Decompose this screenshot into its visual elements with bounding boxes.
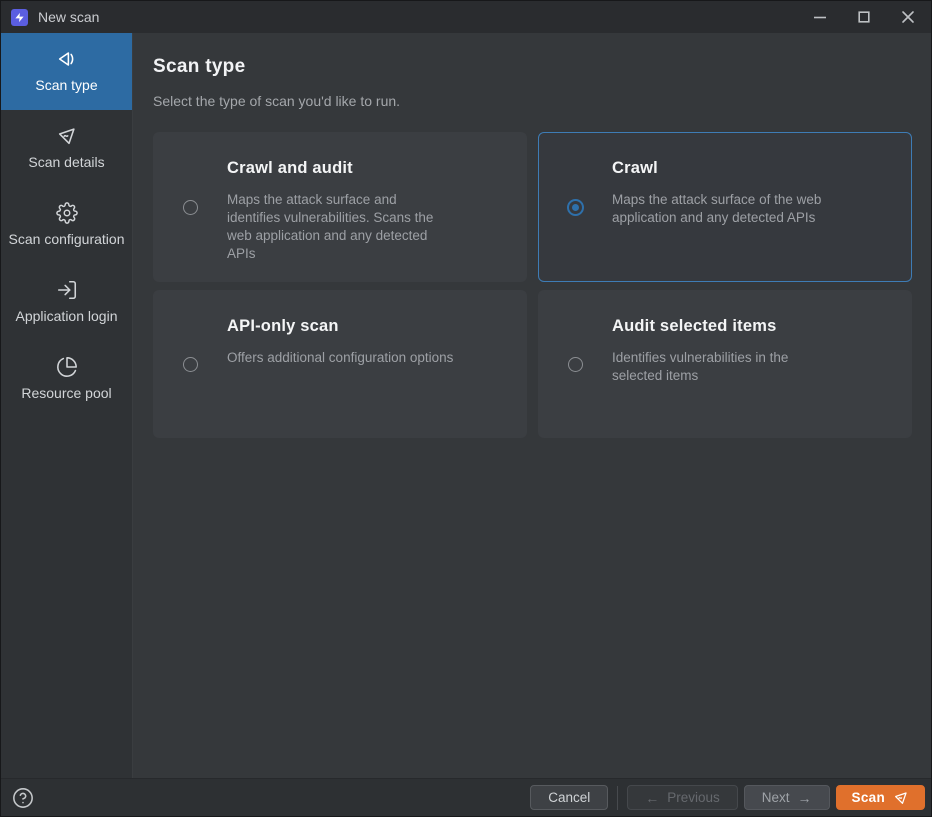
sidebar-item-label: Scan configuration: [9, 231, 125, 249]
left-arrow-icon: ←: [645, 790, 659, 806]
sidebar-item-scan-type[interactable]: Scan type: [1, 33, 132, 110]
option-card-api-only-scan[interactable]: API-only scan Offers additional configur…: [153, 290, 527, 438]
page-subtitle: Select the type of scan you'd like to ru…: [153, 93, 912, 109]
option-description: Maps the attack surface and identifies v…: [227, 191, 439, 263]
option-description: Maps the attack surface of the web appli…: [612, 191, 844, 227]
window-title: New scan: [38, 9, 99, 25]
scan-wave-icon: [56, 125, 78, 147]
lightning-app-icon: [11, 9, 28, 26]
page-title: Scan type: [153, 56, 912, 78]
login-icon: [56, 279, 78, 301]
scan-label: Scan: [852, 790, 885, 805]
scan-cone-icon: [56, 48, 78, 70]
radio-api-only-scan[interactable]: [183, 357, 198, 372]
pie-chart-icon: [56, 356, 78, 378]
maximize-button[interactable]: [851, 4, 877, 30]
radio-column: [539, 133, 612, 281]
option-card-audit-selected-items[interactable]: Audit selected items Identifies vulnerab…: [538, 290, 912, 438]
wizard-sidebar: Scan type Scan details Scan configuratio…: [1, 33, 133, 778]
radio-column: [154, 133, 227, 281]
main-content: Scan type Select the type of scan you'd …: [133, 33, 931, 778]
sidebar-item-label: Resource pool: [21, 385, 111, 403]
option-description: Offers additional configuration options: [227, 349, 506, 367]
card-text: Audit selected items Identifies vulnerab…: [612, 291, 911, 437]
option-title: Crawl and audit: [227, 159, 506, 178]
window-controls: [807, 4, 921, 30]
minimize-icon: [813, 10, 827, 24]
scan-wave-icon: [893, 790, 909, 806]
close-button[interactable]: [895, 4, 921, 30]
radio-column: [154, 291, 227, 437]
sidebar-item-label: Scan details: [28, 154, 104, 172]
scan-type-options: Crawl and audit Maps the attack surface …: [153, 132, 912, 438]
option-card-crawl-and-audit[interactable]: Crawl and audit Maps the attack surface …: [153, 132, 527, 282]
option-description: Identifies vulnerabilities in the select…: [612, 349, 824, 385]
radio-crawl[interactable]: [567, 199, 584, 216]
cancel-label: Cancel: [548, 790, 590, 805]
radio-column: [539, 291, 612, 437]
option-title: API-only scan: [227, 317, 506, 336]
right-arrow-icon: →: [798, 790, 812, 806]
cancel-button[interactable]: Cancel: [530, 785, 608, 810]
sidebar-item-scan-details[interactable]: Scan details: [1, 110, 132, 187]
option-title: Audit selected items: [612, 317, 891, 336]
titlebar: New scan: [1, 1, 931, 33]
card-text: API-only scan Offers additional configur…: [227, 291, 526, 437]
sidebar-item-label: Application login: [16, 308, 118, 326]
sidebar-item-label: Scan type: [35, 77, 97, 95]
close-icon: [901, 10, 915, 24]
card-text: Crawl Maps the attack surface of the web…: [612, 133, 911, 281]
previous-button[interactable]: ← Previous: [627, 785, 738, 810]
help-circle-icon: [12, 787, 34, 809]
help-button[interactable]: [11, 786, 35, 810]
previous-label: Previous: [667, 790, 720, 805]
new-scan-window: New scan Scan type: [0, 0, 932, 817]
next-label: Next: [762, 790, 790, 805]
footer-divider: [617, 786, 618, 810]
sidebar-item-scan-configuration[interactable]: Scan configuration: [1, 187, 132, 264]
minimize-button[interactable]: [807, 4, 833, 30]
option-card-crawl[interactable]: Crawl Maps the attack surface of the web…: [538, 132, 912, 282]
next-button[interactable]: Next →: [744, 785, 830, 810]
sidebar-item-resource-pool[interactable]: Resource pool: [1, 341, 132, 418]
scan-button[interactable]: Scan: [836, 785, 925, 810]
radio-audit-selected-items[interactable]: [568, 357, 583, 372]
sidebar-item-application-login[interactable]: Application login: [1, 264, 132, 341]
option-title: Crawl: [612, 159, 891, 178]
radio-crawl-and-audit[interactable]: [183, 200, 198, 215]
card-text: Crawl and audit Maps the attack surface …: [227, 133, 526, 281]
window-body: Scan type Scan details Scan configuratio…: [1, 33, 931, 778]
maximize-icon: [857, 10, 871, 24]
footer-bar: Cancel ← Previous Next → Scan: [1, 778, 931, 816]
gear-icon: [56, 202, 78, 224]
